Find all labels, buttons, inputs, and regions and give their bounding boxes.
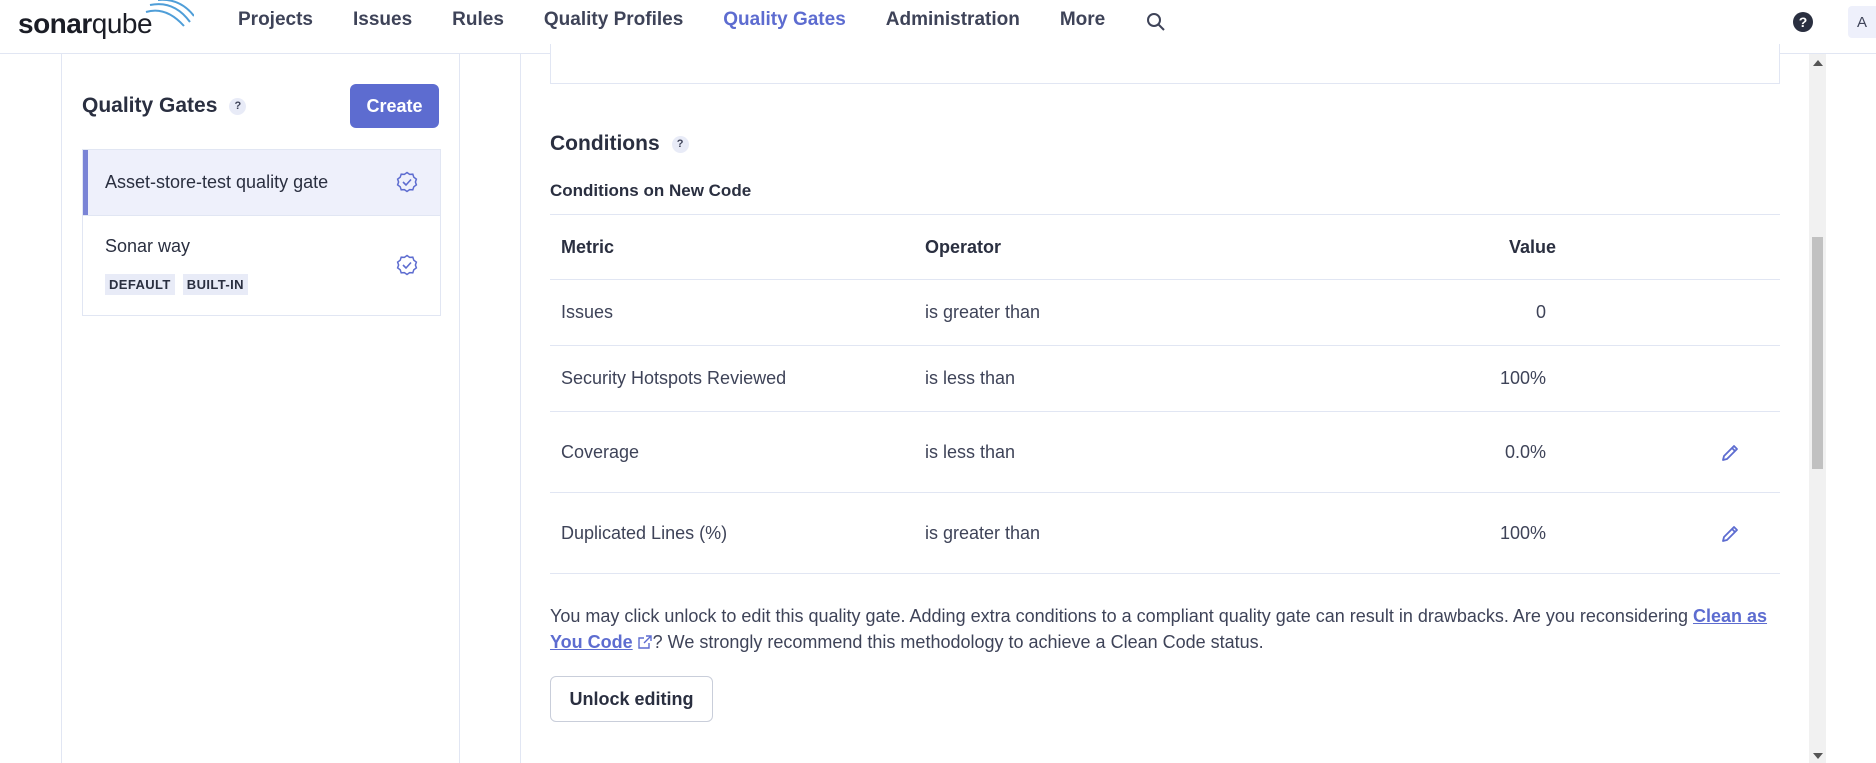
actions-header	[1560, 214, 1780, 280]
badge-check-icon	[396, 171, 418, 193]
actions-cell	[1560, 492, 1780, 574]
badge-check-icon	[396, 254, 418, 276]
operator-cell: is less than	[925, 345, 1375, 412]
sidebar-right-border	[459, 54, 460, 763]
metric-cell: Security Hotspots Reviewed	[550, 345, 925, 412]
table-row: Issues is greater than 0	[550, 279, 1780, 346]
gate-item-sonar-way[interactable]: Sonar way DEFAULT BUILT-IN	[83, 215, 440, 315]
search-icon[interactable]	[1145, 11, 1167, 33]
metric-cell: Coverage	[550, 411, 925, 493]
sonarqube-logo[interactable]: sonarqube	[18, 0, 194, 42]
scroll-up-arrow-icon[interactable]	[1813, 60, 1823, 66]
vertical-scrollbar[interactable]	[1809, 54, 1826, 763]
help-icon[interactable]: ?	[1792, 11, 1814, 33]
help-tooltip-icon[interactable]: ?	[229, 97, 247, 115]
operator-cell: is less than	[925, 411, 1375, 493]
logo-text-light: qube	[91, 8, 153, 39]
table-row: Duplicated Lines (%) is greater than 100…	[550, 492, 1780, 574]
table-row: Security Hotspots Reviewed is less than …	[550, 345, 1780, 412]
external-link-icon	[637, 635, 652, 649]
operator-cell: is greater than	[925, 279, 1375, 346]
value-cell: 0	[1375, 279, 1560, 346]
logo-arcs-icon	[145, 0, 194, 27]
operator-cell: is greater than	[925, 492, 1375, 574]
gate-badges: DEFAULT BUILT-IN	[105, 274, 248, 295]
actions-cell	[1560, 279, 1780, 346]
edit-pencil-icon[interactable]	[1720, 443, 1740, 463]
notice-text-part1: You may click unlock to edit this qualit…	[550, 606, 1693, 626]
unlock-editing-button[interactable]: Unlock editing	[550, 676, 713, 722]
edit-pencil-icon[interactable]	[1720, 524, 1740, 544]
value-cell: 100%	[1375, 492, 1560, 574]
nav-rules[interactable]: Rules	[432, 0, 524, 54]
actions-cell	[1560, 411, 1780, 493]
conditions-title-text: Conditions	[550, 132, 660, 155]
built-in-badge: BUILT-IN	[182, 274, 248, 295]
quality-gate-details: Conditions ? Conditions on New Code Metr…	[550, 44, 1780, 763]
gate-item-asset-store-test[interactable]: Asset-store-test quality gate	[83, 150, 440, 215]
help-tooltip-icon[interactable]: ?	[671, 135, 689, 153]
conditions-table: Metric Operator Value Issues is greater …	[550, 214, 1780, 574]
conditions-new-code-title: Conditions on New Code	[550, 181, 752, 200]
metric-header: Metric	[550, 214, 925, 280]
sidebar-title-text: Quality Gates	[82, 94, 218, 117]
logo-text-bold: sonar	[18, 8, 92, 39]
value-cell: 100%	[1375, 345, 1560, 412]
scroll-down-arrow-icon[interactable]	[1813, 753, 1823, 759]
metric-cell: Duplicated Lines (%)	[550, 492, 925, 574]
table-row: Coverage is less than 0.0%	[550, 411, 1780, 493]
metric-cell: Issues	[550, 279, 925, 346]
nav-issues[interactable]: Issues	[333, 0, 432, 54]
actions-cell	[1560, 345, 1780, 412]
quality-gate-list: Asset-store-test quality gate Sonar way …	[82, 149, 441, 316]
main-left-border	[520, 54, 521, 763]
notice-text-part2: ? We strongly recommend this methodology…	[652, 632, 1264, 652]
nav-projects[interactable]: Projects	[218, 0, 333, 54]
avatar[interactable]: A	[1848, 6, 1876, 38]
svg-text:?: ?	[1799, 14, 1808, 30]
table-header-row: Metric Operator Value	[550, 214, 1780, 280]
value-header: Value	[1375, 214, 1560, 280]
quality-gates-sidebar: Quality Gates ? Create Asset-store-test …	[62, 54, 459, 763]
default-badge: DEFAULT	[105, 274, 175, 295]
operator-header: Operator	[925, 214, 1375, 280]
conditions-title: Conditions ?	[550, 132, 689, 156]
value-cell: 0.0%	[1375, 411, 1560, 493]
create-button[interactable]: Create	[350, 84, 439, 128]
sidebar-title: Quality Gates ?	[82, 94, 247, 118]
gate-name: Sonar way	[105, 236, 191, 256]
unlock-notice: You may click unlock to edit this qualit…	[550, 603, 1780, 655]
gate-name: Asset-store-test quality gate	[105, 172, 329, 192]
gate-summary-box	[550, 44, 1780, 84]
scroll-thumb[interactable]	[1812, 237, 1823, 469]
